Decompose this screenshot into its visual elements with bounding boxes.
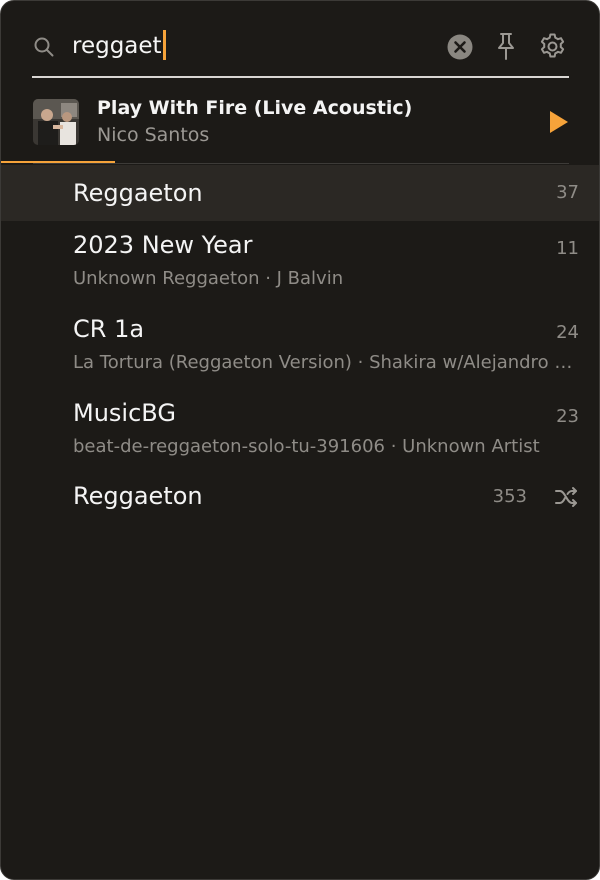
result-title: CR 1a <box>73 315 145 343</box>
text-caret <box>162 30 166 60</box>
now-playing-artist: Nico Santos <box>97 124 210 146</box>
result-row[interactable]: Reggaeton 353 <box>1 473 599 529</box>
result-row[interactable]: Reggaeton 37 <box>1 165 599 221</box>
result-row[interactable]: MusicBG 23 beat-de-reggaeton-solo-tu-391… <box>1 389 599 473</box>
result-title: 2023 New Year <box>73 231 253 259</box>
result-row[interactable]: CR 1a 24 La Tortura (Reggaeton Version) … <box>1 305 599 389</box>
settings-button[interactable] <box>538 32 567 61</box>
result-subtitle: beat-de-reggaeton-solo-tu-391606 · Unkno… <box>73 436 540 457</box>
search-bar: reggaet <box>1 1 599 79</box>
clear-search-button[interactable] <box>447 34 473 60</box>
result-title: MusicBG <box>73 399 176 427</box>
result-count: 23 <box>556 406 579 427</box>
results-list: Reggaeton 37 2023 New Year 11 Unknown Re… <box>1 165 599 529</box>
result-row[interactable]: 2023 New Year 11 Unknown Reggaeton · J B… <box>1 221 599 305</box>
search-icon <box>34 37 54 57</box>
result-count: 353 <box>492 486 527 507</box>
result-count: 37 <box>556 182 579 203</box>
now-playing-title: Play With Fire (Live Acoustic) <box>97 97 413 119</box>
search-query: reggaet <box>72 33 162 59</box>
result-count: 11 <box>556 238 579 259</box>
search-underline <box>32 76 569 78</box>
search-window: reggaet Play With Fire (Live Acoustic) N… <box>0 0 600 880</box>
playback-progress[interactable] <box>1 161 599 163</box>
pin-button[interactable] <box>492 31 520 61</box>
divider <box>33 163 569 164</box>
shuffle-icon[interactable] <box>554 486 579 508</box>
play-button[interactable] <box>545 109 571 135</box>
album-art <box>33 99 79 145</box>
result-title: Reggaeton <box>73 179 203 207</box>
result-title: Reggaeton <box>73 482 203 510</box>
search-input[interactable]: reggaet <box>72 29 166 63</box>
result-subtitle: La Tortura (Reggaeton Version) · Shakira… <box>73 352 579 373</box>
result-subtitle: Unknown Reggaeton · J Balvin <box>73 268 344 289</box>
now-playing[interactable]: Play With Fire (Live Acoustic) Nico Sant… <box>1 79 599 164</box>
playback-progress-fill <box>1 161 115 163</box>
result-count: 24 <box>556 322 579 343</box>
